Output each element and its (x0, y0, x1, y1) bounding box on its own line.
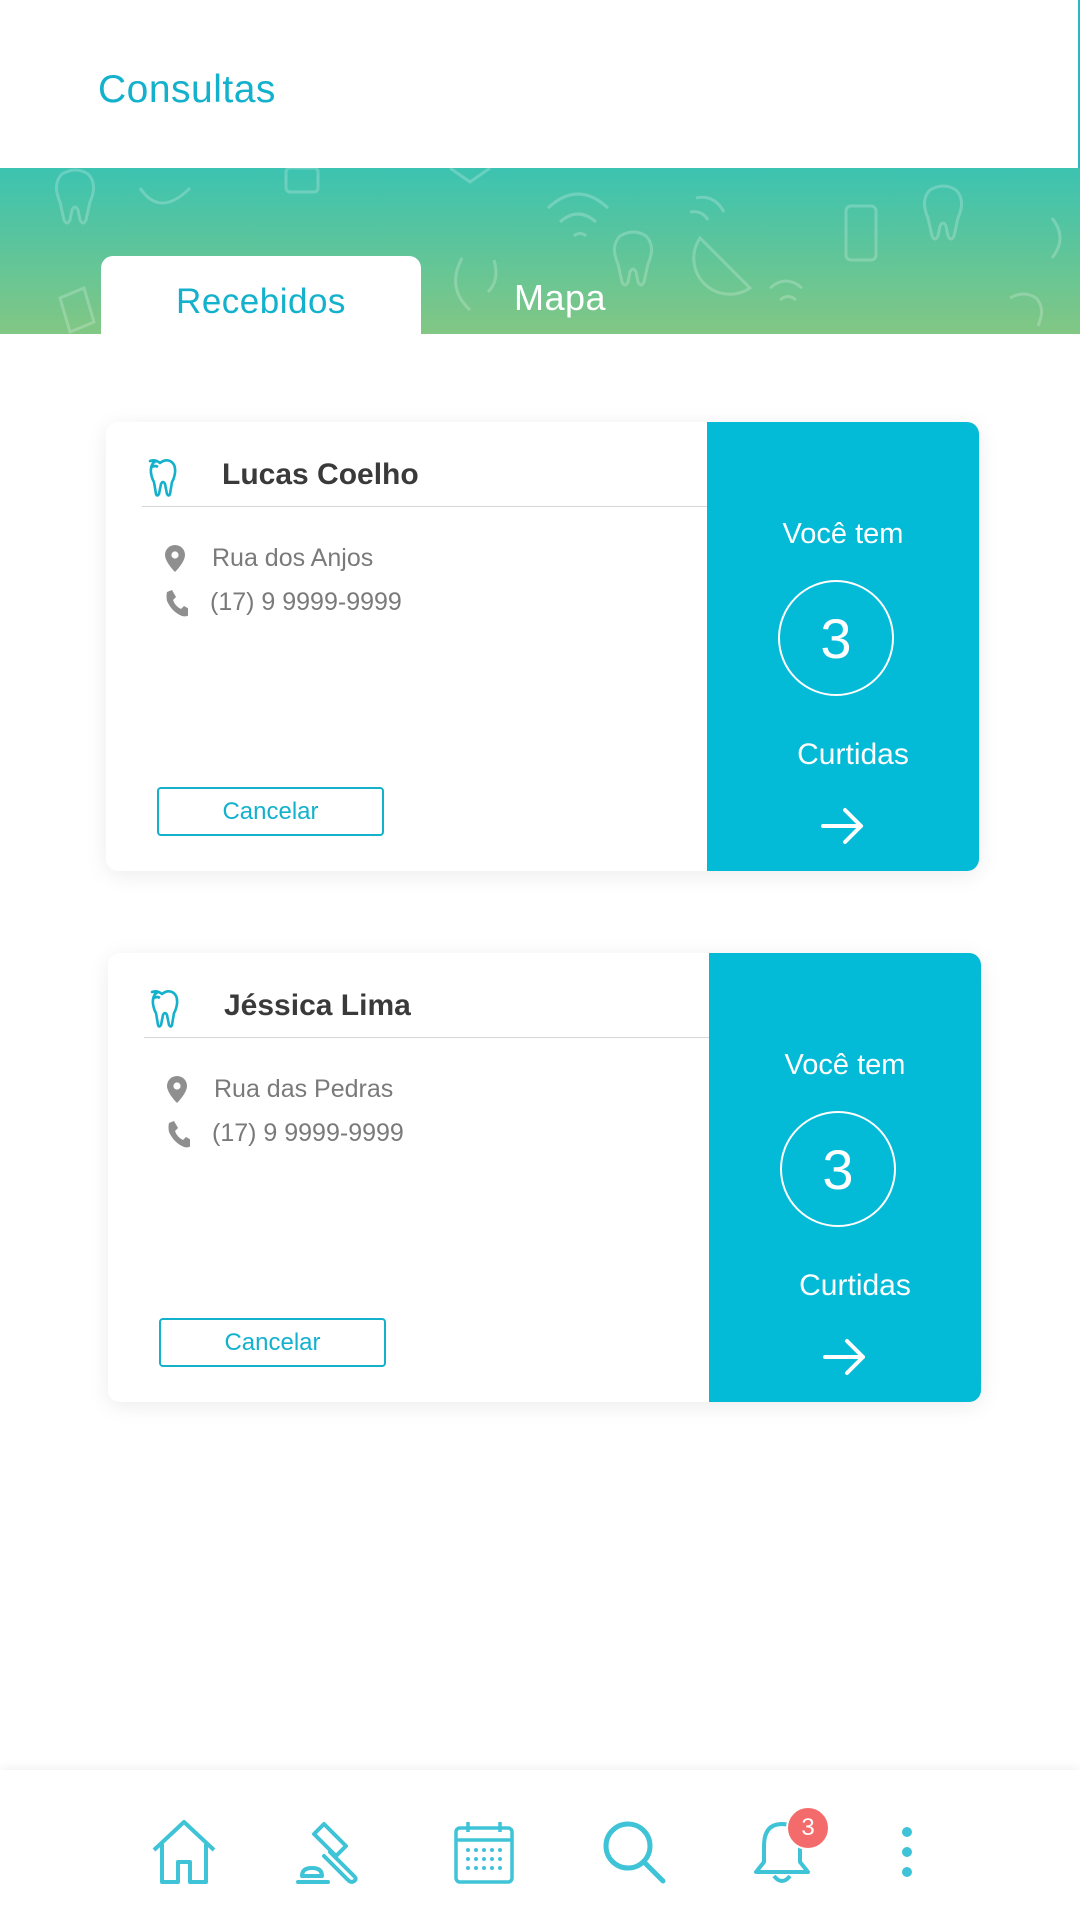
phone-row: (17) 9 9999-9999 (164, 1115, 404, 1151)
patient-name: Jéssica Lima (224, 989, 411, 1022)
tab-banner: Recebidos Mapa (0, 168, 1080, 334)
likes-count: 3 (778, 580, 894, 696)
auction-gavel-icon[interactable] (294, 1816, 366, 1888)
address-text: Rua das Pedras (214, 1074, 394, 1103)
address-text: Rua dos Anjos (212, 543, 374, 572)
tab-mapa-label: Mapa (513, 277, 607, 318)
tab-recebidos[interactable]: Recebidos (101, 256, 421, 334)
card-divider (144, 1037, 709, 1038)
arrow-right-icon[interactable] (821, 1337, 869, 1377)
patient-name: Lucas Coelho (222, 458, 419, 491)
location-pin-icon (165, 545, 185, 572)
app-header: Consultas (0, 0, 1080, 168)
phone-icon (166, 590, 188, 617)
home-icon[interactable] (148, 1816, 220, 1888)
phone-icon (168, 1121, 190, 1148)
likes-panel[interactable]: Você tem 3 Curtidas (707, 422, 979, 871)
appointment-card: Lucas Coelho Rua dos Anjos (17) 9 9999-9… (106, 422, 979, 871)
arrow-right-icon[interactable] (819, 806, 867, 846)
likes-caption-top: Você tem (782, 518, 904, 550)
phone-text: (17) 9 9999-9999 (212, 1118, 404, 1147)
likes-count: 3 (780, 1111, 896, 1227)
page-title: Consultas (98, 68, 276, 111)
likes-panel[interactable]: Você tem 3 Curtidas (709, 953, 981, 1402)
search-icon[interactable] (598, 1816, 670, 1888)
tab-recebidos-label: Recebidos (176, 282, 346, 321)
calendar-icon[interactable] (448, 1816, 520, 1888)
phone-text: (17) 9 9999-9999 (210, 587, 402, 616)
location-pin-icon (167, 1076, 187, 1103)
likes-caption-bottom: Curtidas (799, 1269, 911, 1302)
tab-mapa[interactable]: Mapa (460, 268, 660, 328)
address-row: Rua dos Anjos (162, 540, 373, 576)
likes-caption-top: Você tem (784, 1049, 906, 1081)
likes-caption-bottom: Curtidas (797, 738, 909, 771)
phone-row: (17) 9 9999-9999 (162, 584, 402, 620)
card-divider (142, 506, 707, 507)
tooth-icon (148, 459, 177, 497)
cancel-button[interactable]: Cancelar (157, 787, 384, 836)
appointment-card: Jéssica Lima Rua das Pedras (17) 9 9999-… (108, 953, 981, 1402)
cancel-button[interactable]: Cancelar (159, 1318, 386, 1367)
address-row: Rua das Pedras (164, 1071, 393, 1107)
card-details: Lucas Coelho Rua dos Anjos (17) 9 9999-9… (106, 422, 707, 871)
tooth-icon (150, 990, 179, 1028)
card-details: Jéssica Lima Rua das Pedras (17) 9 9999-… (108, 953, 709, 1402)
notification-badge: 3 (786, 1806, 830, 1850)
more-vertical-icon[interactable] (890, 1816, 924, 1888)
bottom-navigation: 3 (0, 1770, 1080, 1920)
